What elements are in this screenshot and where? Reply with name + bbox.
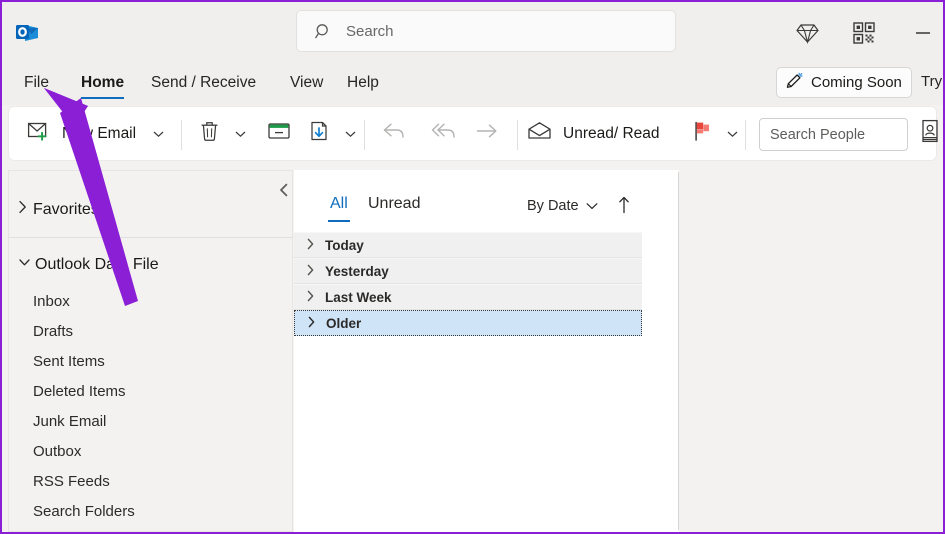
tab-view[interactable]: View bbox=[290, 61, 323, 105]
chevron-down-icon[interactable] bbox=[235, 130, 246, 138]
message-group-list: Today Yesterday Last Week Older bbox=[294, 232, 642, 336]
unread-read-label: Unread/ Read bbox=[563, 124, 660, 142]
favorites-label: Favorites bbox=[33, 200, 99, 218]
sidebar-item-inbox[interactable]: Inbox bbox=[9, 286, 293, 316]
command-ribbon: New Email Unread/ Read Search People bbox=[8, 106, 940, 161]
chevron-down-icon[interactable] bbox=[153, 130, 164, 138]
try-label[interactable]: Try bbox=[921, 73, 942, 90]
chevron-down-icon[interactable] bbox=[727, 130, 738, 138]
folder-list: Inbox Drafts Sent Items Deleted Items Ju… bbox=[9, 286, 293, 526]
coming-soon-label: Coming Soon bbox=[811, 74, 902, 91]
reply-all-button[interactable] bbox=[431, 114, 457, 154]
favorites-group-header[interactable]: Favorites bbox=[17, 200, 99, 219]
search-icon bbox=[315, 23, 332, 40]
open-envelope-icon bbox=[527, 121, 552, 146]
archive-button[interactable] bbox=[267, 114, 291, 154]
move-to-folder-button[interactable] bbox=[309, 114, 356, 154]
outlook-window: File Home Send / Receive View Help Comin… bbox=[0, 0, 945, 534]
message-group-label: Yesterday bbox=[325, 263, 389, 279]
sidebar-item-junk-email[interactable]: Junk Email bbox=[9, 406, 293, 436]
arrow-up-icon bbox=[617, 196, 631, 219]
new-email-label: New Email bbox=[62, 124, 137, 142]
address-book-button[interactable] bbox=[920, 114, 940, 154]
message-group-today[interactable]: Today bbox=[294, 232, 642, 258]
forward-button[interactable] bbox=[475, 114, 499, 154]
message-group-yesterday[interactable]: Yesterday bbox=[294, 258, 642, 284]
message-list-pane: All Unread By Date Today Yesterday Last … bbox=[294, 170, 679, 532]
message-group-label: Older bbox=[326, 315, 362, 331]
message-group-last-week[interactable]: Last Week bbox=[294, 284, 642, 310]
diamond-icon[interactable] bbox=[794, 20, 820, 46]
chevron-down-icon bbox=[17, 255, 32, 274]
filter-tab-unread[interactable]: Unread bbox=[368, 195, 420, 213]
folder-pane: Favorites Outlook Data File Inbox Drafts… bbox=[8, 170, 293, 532]
message-group-label: Today bbox=[325, 237, 364, 253]
tab-send-receive[interactable]: Send / Receive bbox=[151, 61, 256, 105]
qr-code-icon[interactable] bbox=[851, 20, 877, 46]
flag-icon bbox=[693, 120, 712, 147]
pane-splitter[interactable] bbox=[678, 172, 679, 530]
move-to-folder-icon bbox=[309, 120, 330, 147]
search-people-input[interactable] bbox=[759, 118, 908, 151]
sidebar-item-rss-feeds[interactable]: RSS Feeds bbox=[9, 466, 293, 496]
trash-icon bbox=[200, 120, 219, 147]
tab-home[interactable]: Home bbox=[81, 61, 125, 105]
ribbon-separator bbox=[517, 120, 518, 150]
folder-pane-divider bbox=[9, 237, 293, 238]
reply-icon bbox=[382, 121, 406, 146]
magic-pen-icon bbox=[785, 71, 804, 94]
reply-button[interactable] bbox=[382, 114, 406, 154]
global-search-box[interactable] bbox=[296, 10, 676, 52]
address-book-icon bbox=[920, 119, 940, 148]
sidebar-item-deleted-items[interactable]: Deleted Items bbox=[9, 376, 293, 406]
chevron-right-icon bbox=[17, 200, 28, 219]
message-list-toolbar: All Unread By Date bbox=[294, 170, 679, 226]
chevron-right-icon bbox=[307, 316, 316, 331]
chevron-down-icon[interactable] bbox=[345, 130, 356, 138]
tab-help[interactable]: Help bbox=[347, 61, 379, 105]
chevron-right-icon bbox=[306, 264, 315, 279]
unread-read-button[interactable]: Unread/ Read bbox=[527, 114, 660, 154]
archive-icon bbox=[267, 121, 291, 146]
outlook-logo-icon bbox=[14, 19, 40, 45]
sort-order-button[interactable] bbox=[614, 196, 634, 218]
chevron-right-icon bbox=[306, 290, 315, 305]
sort-by-label: By Date bbox=[527, 198, 579, 214]
sidebar-item-search-folders[interactable]: Search Folders bbox=[9, 496, 293, 526]
minimize-icon[interactable] bbox=[908, 18, 938, 48]
sort-by-dropdown[interactable]: By Date bbox=[527, 198, 598, 214]
ribbon-separator bbox=[181, 120, 182, 150]
chevron-left-icon[interactable] bbox=[273, 179, 295, 201]
sidebar-item-sent-items[interactable]: Sent Items bbox=[9, 346, 293, 376]
sidebar-item-drafts[interactable]: Drafts bbox=[9, 316, 293, 346]
new-email-icon bbox=[27, 120, 52, 147]
flag-button[interactable] bbox=[693, 114, 738, 154]
message-group-older[interactable]: Older bbox=[294, 310, 642, 336]
message-group-label: Last Week bbox=[325, 289, 392, 305]
reply-all-icon bbox=[431, 121, 457, 146]
chevron-right-icon bbox=[306, 238, 315, 253]
forward-icon bbox=[475, 121, 499, 146]
sidebar-item-outbox[interactable]: Outbox bbox=[9, 436, 293, 466]
title-bar bbox=[2, 2, 943, 61]
outlook-data-file-header[interactable]: Outlook Data File bbox=[17, 255, 159, 274]
ribbon-separator bbox=[745, 120, 746, 150]
new-email-button[interactable]: New Email bbox=[27, 114, 164, 154]
tab-file[interactable]: File bbox=[24, 61, 49, 105]
ribbon-separator bbox=[364, 120, 365, 150]
coming-soon-button[interactable]: Coming Soon bbox=[776, 67, 912, 98]
delete-button[interactable] bbox=[200, 114, 246, 154]
outlook-data-file-label: Outlook Data File bbox=[35, 255, 159, 273]
chevron-down-icon bbox=[586, 198, 598, 214]
search-input[interactable] bbox=[346, 19, 646, 43]
filter-tab-all[interactable]: All bbox=[328, 195, 350, 222]
